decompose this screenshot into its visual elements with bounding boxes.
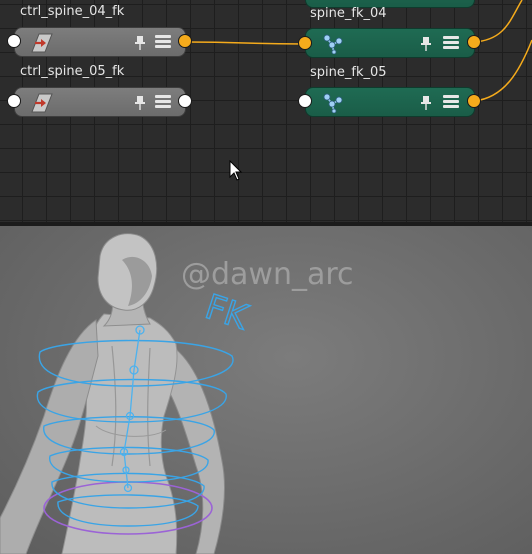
wire-ctrl04-to-spine04	[185, 41, 305, 45]
control-icon	[31, 33, 53, 53]
node-label-ctrl-spine-05-fk: ctrl_spine_05_fk	[20, 64, 125, 79]
node-spine-fk-05[interactable]	[305, 87, 475, 117]
wire-spine05-out	[473, 39, 532, 102]
input-port[interactable]	[298, 36, 312, 50]
output-port[interactable]	[467, 94, 481, 108]
joint-icon	[323, 93, 343, 113]
output-port[interactable]	[178, 34, 192, 48]
node-editor-panel[interactable]: ctrl_spine_04_fk ctrl_spine_05_fk spine_…	[0, 0, 532, 222]
node-label-spine-fk-05: spine_fk_05	[310, 65, 387, 80]
joint-icon	[323, 34, 343, 54]
input-port[interactable]	[298, 94, 312, 108]
node-ctrl-spine-04-fk[interactable]	[14, 27, 186, 57]
attribute-menu-icon[interactable]	[155, 35, 171, 51]
pin-icon[interactable]	[420, 36, 432, 52]
watermark-text: @dawn_arc	[181, 257, 354, 292]
node-label-spine-fk-04: spine_fk_04	[310, 6, 387, 21]
fk-annotation: FK	[200, 287, 254, 339]
3d-viewport[interactable]: FK @dawn_arc	[0, 226, 532, 554]
node-spine-fk-04[interactable]	[305, 28, 475, 58]
app-window: ctrl_spine_04_fk ctrl_spine_05_fk spine_…	[0, 0, 532, 554]
node-label-ctrl-spine-04-fk: ctrl_spine_04_fk	[20, 4, 125, 19]
wire-spine04-out	[473, 0, 523, 43]
output-port[interactable]	[178, 94, 192, 108]
attribute-menu-icon[interactable]	[443, 95, 459, 111]
attribute-menu-icon[interactable]	[443, 36, 459, 52]
pin-icon[interactable]	[134, 35, 146, 51]
pin-icon[interactable]	[420, 95, 432, 111]
control-icon	[31, 93, 53, 113]
pin-icon[interactable]	[134, 95, 146, 111]
input-port[interactable]	[7, 94, 21, 108]
output-port[interactable]	[467, 35, 481, 49]
node-ctrl-spine-05-fk[interactable]	[14, 87, 186, 117]
mouse-cursor-icon	[229, 160, 243, 181]
attribute-menu-icon[interactable]	[155, 95, 171, 111]
input-port[interactable]	[7, 34, 21, 48]
